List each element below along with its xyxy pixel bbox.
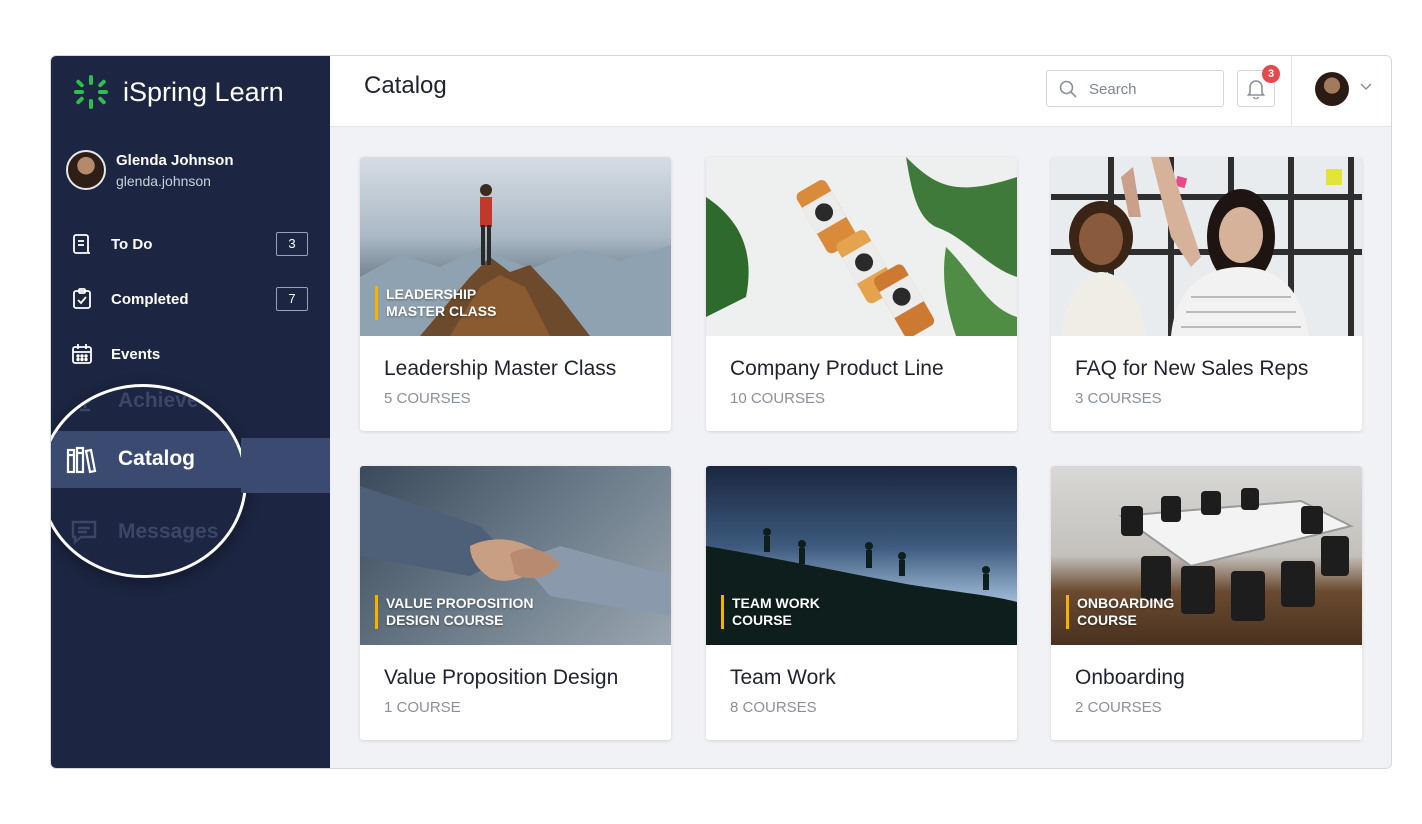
card-tag-line: COURSE bbox=[1077, 612, 1137, 628]
card-tag-line: MASTER CLASS bbox=[386, 303, 497, 319]
card-tag: LEADERSHIP MASTER CLASS bbox=[375, 286, 496, 320]
sidebar-item-catalog[interactable]: Catalog bbox=[51, 431, 244, 488]
catalog-card-team-work[interactable]: TEAM WORK COURSE Team Work 8 COURSES bbox=[706, 466, 1017, 740]
card-title: Value Proposition Design bbox=[384, 666, 619, 689]
card-course-count: 1 COURSE bbox=[384, 699, 461, 716]
sidebar-item-achievements[interactable]: Achieve bbox=[51, 387, 244, 421]
sidebar-item-label: Messages bbox=[118, 520, 219, 543]
notification-count-badge: 3 bbox=[1262, 65, 1280, 83]
card-tag-line: COURSE bbox=[732, 612, 792, 628]
search-placeholder: Search bbox=[1089, 81, 1137, 98]
card-title: Onboarding bbox=[1075, 666, 1185, 689]
card-thumbnail-mountain: LEADERSHIP MASTER CLASS bbox=[360, 157, 671, 336]
card-tag-line: DESIGN COURSE bbox=[386, 612, 504, 628]
completed-clipboard-icon bbox=[73, 288, 91, 309]
card-tag: TEAM WORK COURSE bbox=[721, 595, 820, 629]
user-avatar bbox=[66, 150, 106, 190]
brand-logo[interactable]: iSpring Learn bbox=[73, 72, 284, 112]
page-title: Catalog bbox=[364, 72, 447, 99]
catalog-card-onboarding[interactable]: ONBOARDING COURSE Onboarding 2 COURSES bbox=[1051, 466, 1362, 740]
app-window: iSpring Learn Glenda Johnson glenda.john… bbox=[50, 55, 1392, 769]
card-tag: VALUE PROPOSITION DESIGN COURSE bbox=[375, 595, 534, 629]
card-tag: ONBOARDING COURSE bbox=[1066, 595, 1174, 629]
sidebar-item-messages[interactable]: Messages bbox=[51, 511, 244, 551]
catalog-books-icon bbox=[66, 446, 97, 474]
card-course-count: 5 COURSES bbox=[384, 390, 471, 407]
sidebar-item-label: To Do bbox=[111, 235, 153, 253]
top-header: Catalog Search 3 bbox=[330, 56, 1391, 127]
catalog-card-faq-sales[interactable]: FAQ for New Sales Reps 3 COURSES bbox=[1051, 157, 1362, 431]
user-profile[interactable]: Glenda Johnson glenda.johnson bbox=[66, 150, 234, 190]
sidebar-item-todo[interactable]: To Do 3 bbox=[51, 232, 330, 256]
sidebar-item-label: Completed bbox=[111, 290, 189, 308]
card-tag-line: ONBOARDING bbox=[1077, 595, 1175, 611]
card-course-count: 2 COURSES bbox=[1075, 699, 1162, 716]
card-course-count: 10 COURSES bbox=[730, 390, 826, 407]
brand-name: iSpring Learn bbox=[123, 76, 284, 107]
card-thumbnail-meeting-room: ONBOARDING COURSE bbox=[1051, 466, 1362, 645]
search-input[interactable]: Search bbox=[1046, 70, 1224, 107]
chevron-down-icon[interactable] bbox=[1360, 83, 1372, 91]
completed-count-badge: 7 bbox=[276, 287, 308, 311]
active-item-highlight bbox=[241, 438, 330, 493]
card-course-count: 8 COURSES bbox=[730, 699, 817, 716]
bell-icon bbox=[1247, 80, 1265, 99]
sidebar-item-completed[interactable]: Completed 7 bbox=[51, 287, 330, 311]
card-thumbnail-hikers: TEAM WORK COURSE bbox=[706, 466, 1017, 645]
calendar-icon bbox=[72, 344, 92, 364]
card-title: FAQ for New Sales Reps bbox=[1075, 357, 1309, 380]
magnifier-lens: Achieve Catalog Messages bbox=[51, 384, 247, 578]
search-icon bbox=[1059, 80, 1077, 98]
trophy-icon bbox=[77, 388, 93, 412]
catalog-card-leadership[interactable]: LEADERSHIP MASTER CLASS Leadership Maste… bbox=[360, 157, 671, 431]
sidebar-item-label: Events bbox=[111, 345, 161, 363]
sidebar-item-label: Catalog bbox=[118, 447, 196, 470]
card-course-count: 3 COURSES bbox=[1075, 390, 1162, 407]
card-title: Company Product Line bbox=[730, 357, 944, 380]
card-title: Leadership Master Class bbox=[384, 357, 617, 380]
card-thumbnail-handshake: VALUE PROPOSITION DESIGN COURSE bbox=[360, 466, 671, 645]
catalog-card-product-line[interactable]: Company Product Line 10 COURSES bbox=[706, 157, 1017, 431]
card-tag-line: LEADERSHIP bbox=[386, 286, 477, 302]
messages-icon bbox=[71, 520, 97, 545]
card-title: Team Work bbox=[730, 666, 836, 689]
header-divider bbox=[1291, 56, 1292, 126]
catalog-card-value-proposition[interactable]: VALUE PROPOSITION DESIGN COURSE Value Pr… bbox=[360, 466, 671, 740]
todo-count-badge: 3 bbox=[276, 232, 308, 256]
card-thumbnail-office-people bbox=[1051, 157, 1362, 336]
notifications-button[interactable]: 3 bbox=[1237, 65, 1280, 107]
card-tag-line: TEAM WORK bbox=[732, 595, 820, 611]
todo-list-icon bbox=[73, 234, 90, 254]
card-tag-line: VALUE PROPOSITION bbox=[386, 595, 534, 611]
ispring-logo-icon bbox=[74, 75, 108, 109]
user-login: glenda.johnson bbox=[116, 172, 211, 189]
sidebar-item-events[interactable]: Events bbox=[51, 342, 330, 366]
card-thumbnail-bottles bbox=[706, 157, 1017, 336]
sidebar: iSpring Learn Glenda Johnson glenda.john… bbox=[51, 56, 330, 768]
profile-avatar[interactable] bbox=[1315, 72, 1349, 106]
user-name: Glenda Johnson bbox=[116, 151, 234, 169]
sidebar-item-label: Achieve bbox=[118, 389, 199, 412]
